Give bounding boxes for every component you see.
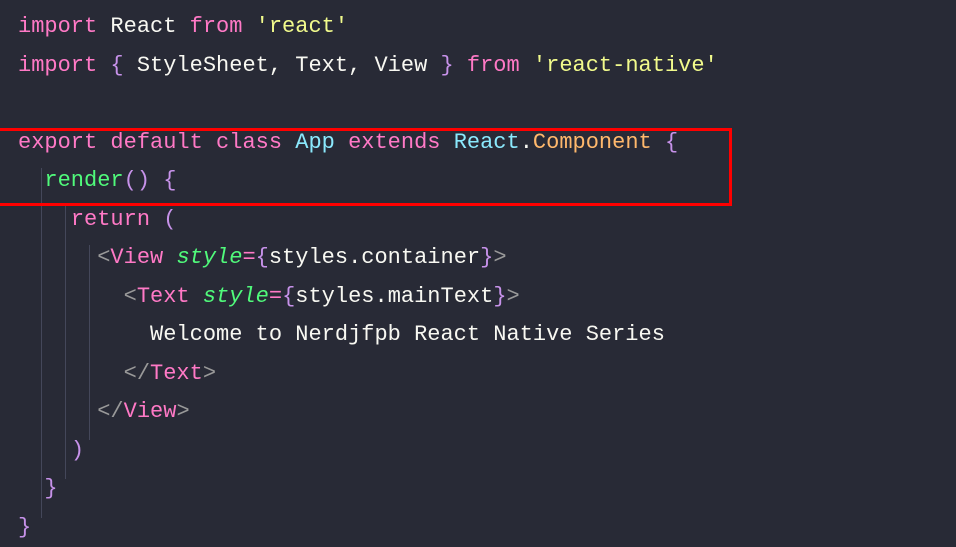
keyword-export: export (18, 130, 97, 155)
brace: } (441, 53, 454, 78)
parens: () (124, 168, 150, 193)
tag-view: View (124, 399, 177, 424)
tag-bracket: </ (97, 399, 123, 424)
attr-brace: } (480, 245, 493, 270)
string-react: 'react' (256, 14, 348, 39)
tag-bracket: > (493, 245, 506, 270)
code-editor[interactable]: import React from 'react' import { Style… (0, 8, 956, 547)
dot: . (348, 245, 361, 270)
tag-view: View (110, 245, 163, 270)
class-name: App (295, 130, 335, 155)
brace: } (18, 515, 31, 540)
keyword-default: default (110, 130, 202, 155)
keyword-from: from (190, 14, 243, 39)
code-line: </Text> (18, 355, 956, 394)
keyword-from: from (467, 53, 520, 78)
tag-bracket: < (97, 245, 110, 270)
tag-bracket: < (124, 284, 137, 309)
prop: styles (295, 284, 374, 309)
code-line: } (18, 470, 956, 509)
blank-line (18, 85, 956, 124)
code-line: return ( (18, 201, 956, 240)
code-line: <Text style={styles.mainText}> (18, 278, 956, 317)
code-line: Welcome to Nerdjfpb React Native Series (18, 316, 956, 355)
method-render: render (44, 168, 123, 193)
identifier-react: React (110, 14, 176, 39)
code-line: import { StyleSheet, Text, View } from '… (18, 47, 956, 86)
attr-brace: { (256, 245, 269, 270)
paren: ( (163, 207, 176, 232)
code-line: export default class App extends React.C… (18, 124, 956, 163)
tag-text: Text (150, 361, 203, 386)
dot: . (374, 284, 387, 309)
comma: , (348, 53, 361, 78)
code-line: import React from 'react' (18, 8, 956, 47)
brace: } (44, 476, 57, 501)
keyword-extends: extends (348, 130, 440, 155)
code-line: </View> (18, 393, 956, 432)
class-name: React (454, 130, 520, 155)
code-line: } (18, 509, 956, 547)
attr-style: style (203, 284, 269, 309)
brace: { (110, 53, 123, 78)
keyword-import: import (18, 53, 97, 78)
attr-style: style (176, 245, 242, 270)
dot: . (520, 130, 533, 155)
paren: ) (71, 438, 84, 463)
attr-brace: { (282, 284, 295, 309)
comma: , (269, 53, 282, 78)
prop: styles (269, 245, 348, 270)
brace: { (665, 130, 678, 155)
tag-bracket: > (176, 399, 189, 424)
code-line: ) (18, 432, 956, 471)
identifier: Text (295, 53, 348, 78)
string-react-native: 'react-native' (533, 53, 718, 78)
code-line: <View style={styles.container}> (18, 239, 956, 278)
tag-bracket: > (507, 284, 520, 309)
tag-bracket: > (203, 361, 216, 386)
code-line: render() { (18, 162, 956, 201)
keyword-import: import (18, 14, 97, 39)
equals: = (269, 284, 282, 309)
brace: { (163, 168, 176, 193)
tag-bracket: </ (124, 361, 150, 386)
keyword-class: class (216, 130, 282, 155)
prop: mainText (388, 284, 494, 309)
attr-brace: } (493, 284, 506, 309)
equals: = (242, 245, 255, 270)
prop: container (361, 245, 480, 270)
member: Component (533, 130, 652, 155)
keyword-return: return (71, 207, 150, 232)
jsx-text: Welcome to Nerdjfpb React Native Series (150, 322, 665, 347)
tag-text: Text (137, 284, 190, 309)
identifier: View (374, 53, 427, 78)
identifier: StyleSheet (137, 53, 269, 78)
